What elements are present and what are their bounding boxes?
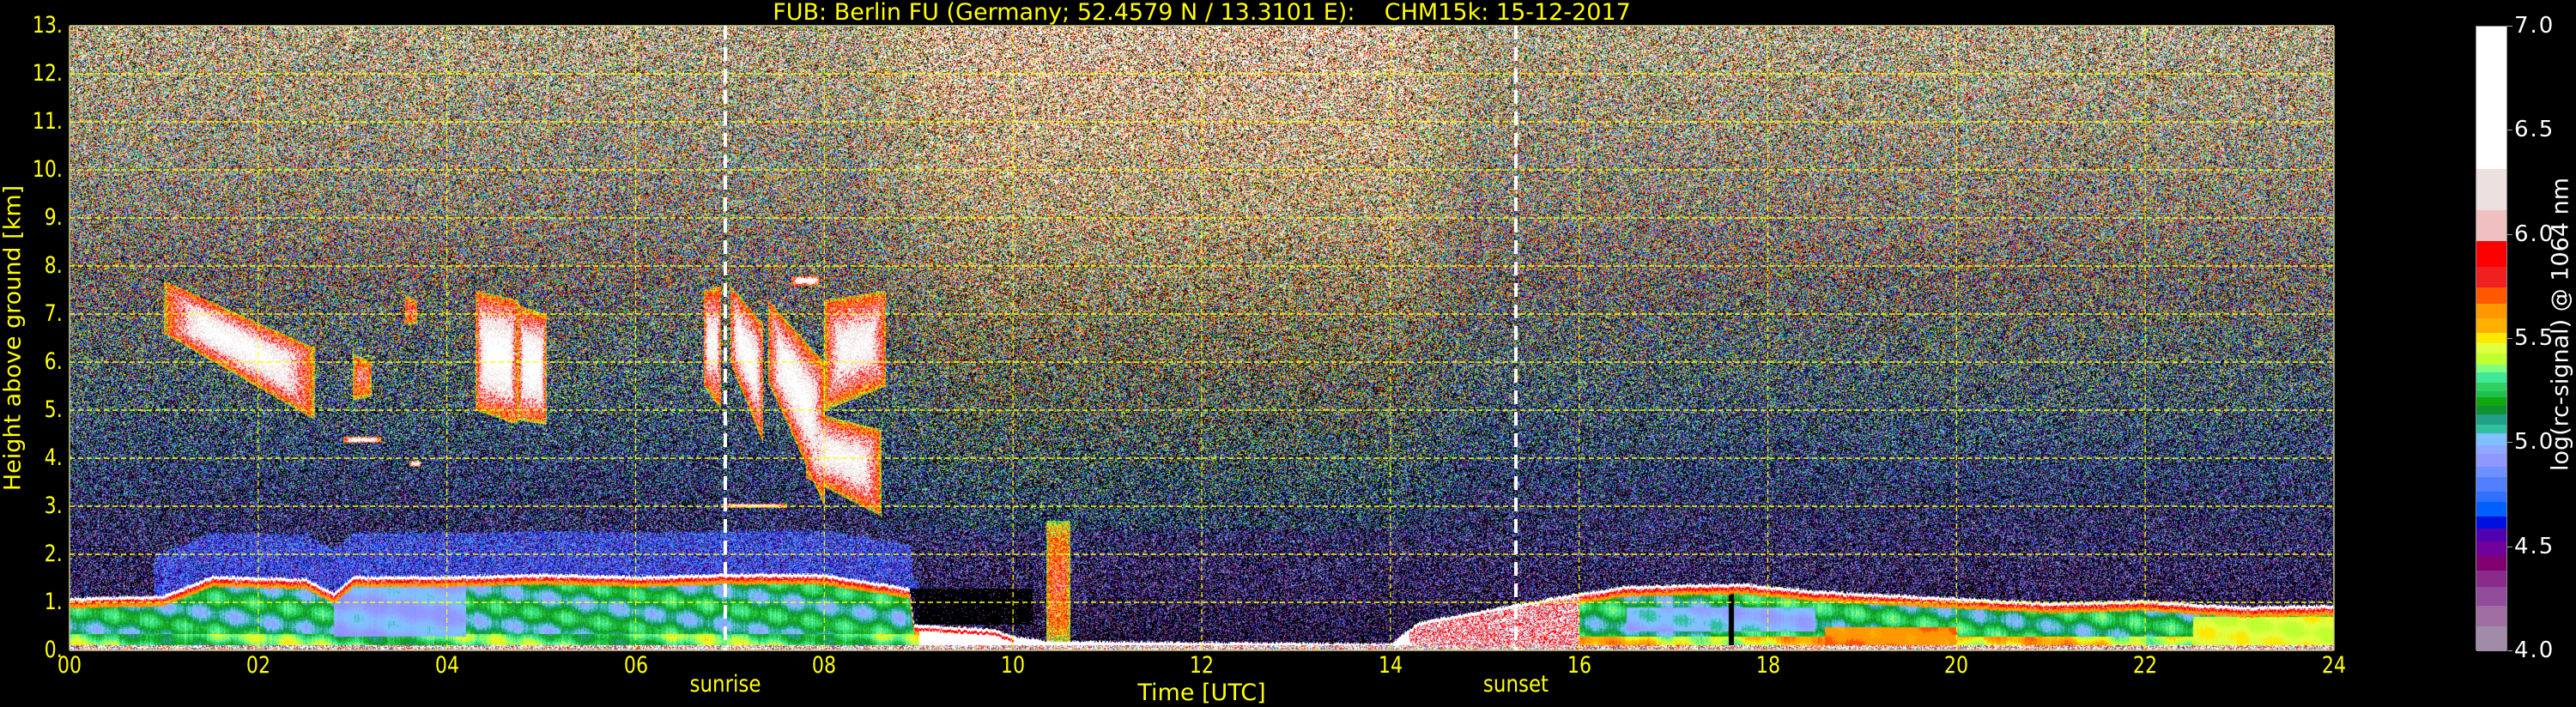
x-tick-label: 02	[245, 652, 270, 679]
y-tick-label: 7.	[44, 300, 63, 327]
x-tick-label: 22	[2133, 652, 2158, 679]
colorbar-segment	[2476, 414, 2506, 425]
colorbar-segment	[2476, 27, 2506, 169]
colorbar-segment	[2476, 570, 2506, 588]
y-tick-label: 8.	[44, 252, 63, 279]
colorbar-segment	[2476, 586, 2506, 607]
colorbar-segment	[2476, 396, 2506, 407]
colorbar-segment	[2476, 491, 2506, 502]
colorbar-tick-mark	[2507, 338, 2512, 339]
x-tick-label: 04	[434, 652, 459, 679]
colorbar-segment	[2476, 432, 2506, 446]
colorbar-segment	[2476, 453, 2506, 467]
colorbar-segment	[2476, 405, 2506, 414]
colorbar-segment	[2476, 266, 2506, 287]
colorbar-tick-mark	[2507, 442, 2512, 444]
x-tick-label: 06	[623, 652, 648, 679]
chart-title: FUB: Berlin FU (Germany; 52.4579 N / 13.…	[773, 0, 1631, 26]
colorbar-segment	[2476, 625, 2506, 652]
y-tick-label: 5.	[44, 396, 63, 423]
x-tick-label: 20	[1944, 652, 1969, 679]
x-tick-label: 16	[1567, 652, 1591, 679]
colorbar-segment	[2476, 317, 2506, 334]
y-tick-label: 1.	[44, 589, 63, 615]
colorbar-tick-label: 4.0	[2514, 638, 2555, 663]
x-tick-label: 14	[1378, 652, 1403, 679]
colorbar-tick-label: 4.5	[2514, 533, 2555, 559]
colorbar-segment	[2476, 390, 2506, 398]
x-tick-label: 24	[2321, 652, 2347, 679]
colorbar-segment	[2476, 287, 2506, 305]
colorbar-segment	[2476, 605, 2506, 627]
y-tick-label: 3.	[44, 492, 63, 519]
y-tick-label: 6.	[44, 348, 63, 375]
plot-area	[69, 25, 2335, 651]
y-tick-label: 11.	[32, 108, 63, 135]
x-axis-label: Time [UTC]	[1137, 680, 1266, 706]
colorbar-segment	[2476, 209, 2506, 242]
colorbar-tick-label: 6.5	[2514, 117, 2555, 143]
plot-overlay	[69, 25, 2335, 651]
x-tick-label: 10	[1001, 652, 1026, 679]
colorbar-segment	[2476, 364, 2506, 373]
colorbar-segment	[2476, 353, 2506, 365]
colorbar-segment	[2476, 476, 2506, 492]
y-tick-label: 12.	[32, 60, 63, 87]
colorbar-segment	[2476, 541, 2506, 556]
x-tick-label: 08	[812, 652, 837, 679]
colorbar-tick-mark	[2507, 650, 2512, 651]
x-tick-label: 00	[57, 652, 82, 679]
colorbar-segment	[2476, 332, 2506, 344]
colorbar-segment	[2476, 382, 2506, 392]
colorbar-label: log(rc-signal) @ 1064 nm	[2547, 177, 2574, 472]
colorbar-segment	[2476, 528, 2506, 541]
colorbar-segment	[2476, 424, 2506, 433]
x-tick-label: 12	[1189, 652, 1215, 679]
colorbar-segment	[2476, 444, 2506, 454]
y-tick-label: 13.	[32, 12, 63, 39]
colorbar-segment	[2476, 303, 2506, 319]
y-tick-label: 4.	[44, 444, 63, 471]
x-tick-label: 18	[1755, 652, 1780, 679]
y-tick-label: 10.	[32, 156, 63, 183]
y-tick-label: 9.	[44, 204, 63, 231]
colorbar-segment	[2476, 372, 2506, 384]
colorbar-segment	[2476, 466, 2506, 477]
colorbar-tick-mark	[2507, 233, 2512, 235]
colorbar	[2476, 26, 2507, 652]
colorbar-segment	[2476, 501, 2506, 517]
colorbar-tick-mark	[2507, 26, 2512, 27]
y-tick-label: 2.	[44, 541, 63, 567]
colorbar-segment	[2476, 168, 2506, 211]
colorbar-segment	[2476, 555, 2506, 571]
y-axis-label: Height above ground [km]	[0, 184, 27, 492]
colorbar-segment	[2476, 516, 2506, 529]
colorbar-tick-label: 7.0	[2514, 13, 2555, 39]
colorbar-segment	[2476, 342, 2506, 354]
colorbar-segment	[2476, 240, 2506, 267]
